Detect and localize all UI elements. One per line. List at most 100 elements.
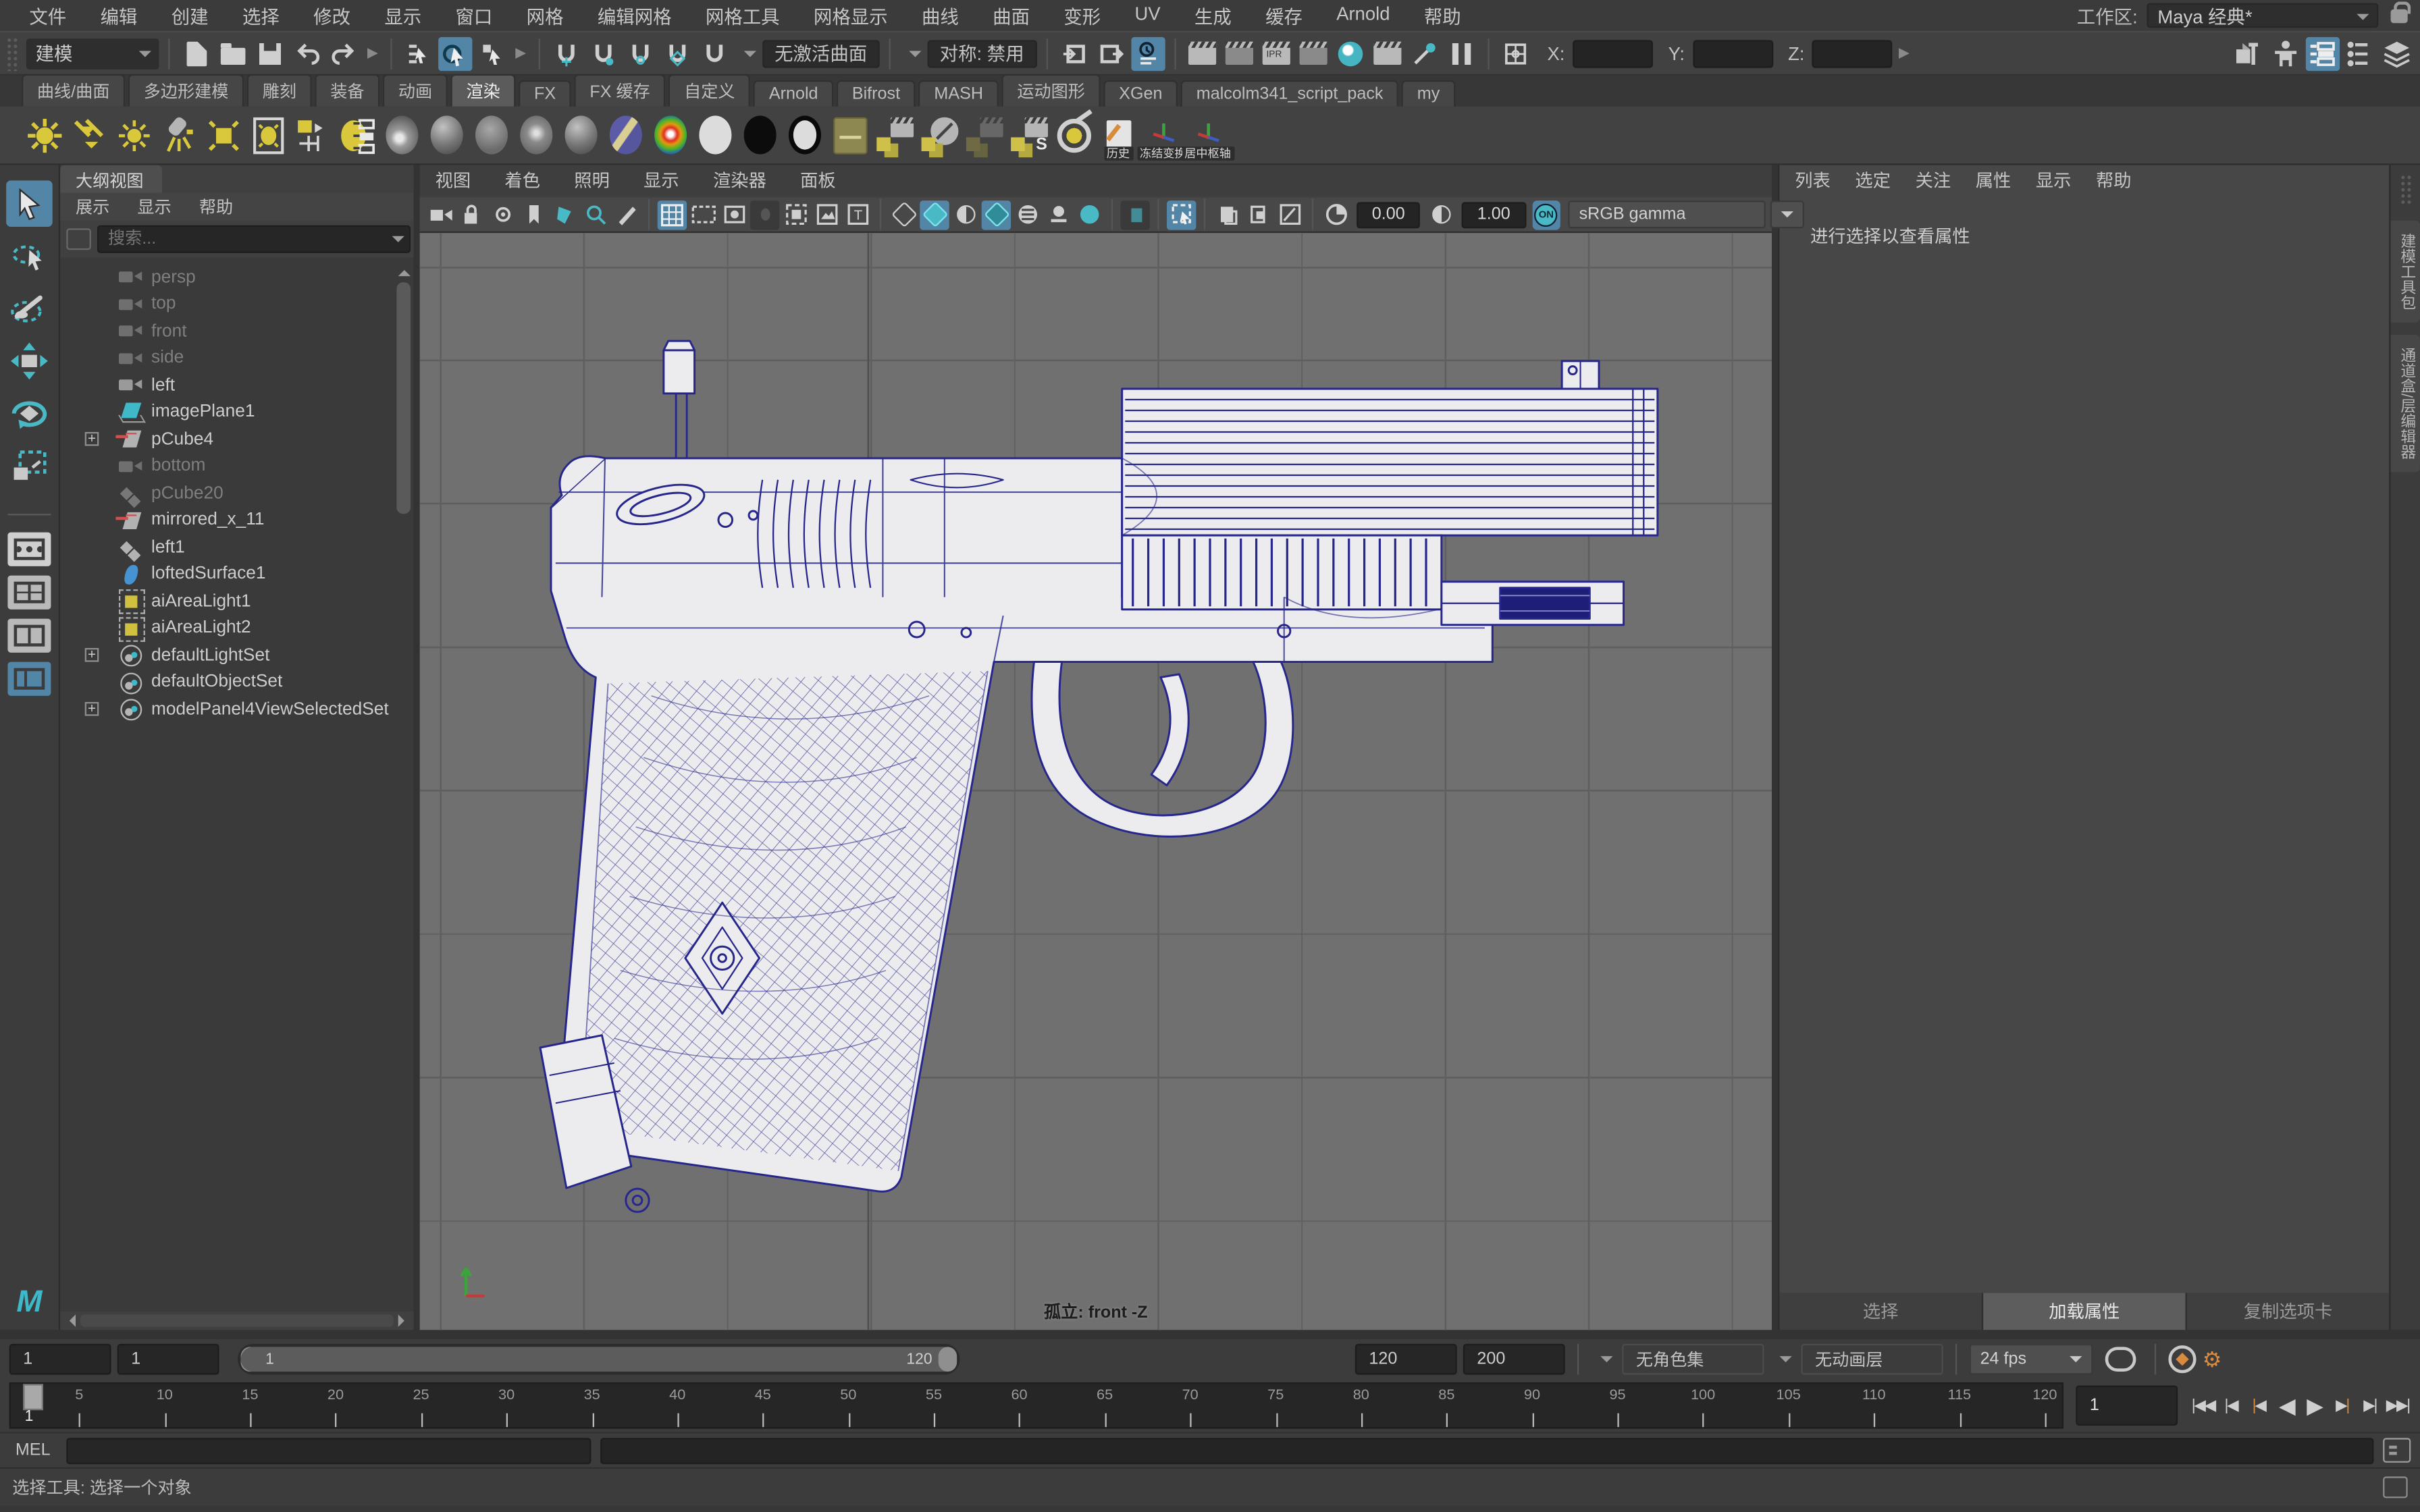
pause-viewport-button[interactable] — [1444, 36, 1477, 70]
create-render-layer-icon[interactable] — [874, 112, 916, 159]
shelf-tab-12[interactable]: 运动图形 — [1001, 74, 1100, 107]
select-camera-icon[interactable] — [426, 200, 455, 229]
ipr-render-button[interactable]: IPR — [1259, 36, 1292, 70]
modeling-toolkit-sidebar-button[interactable] — [2232, 36, 2265, 70]
shadow-matte-icon[interactable] — [784, 112, 826, 159]
current-frame-field[interactable]: 1 — [2076, 1386, 2178, 1426]
use-all-lights-icon[interactable] — [1012, 200, 1041, 229]
shelf-tab-6[interactable]: FX — [519, 80, 571, 107]
layout-outliner-persp-button[interactable] — [7, 662, 51, 696]
viewport-menu-2[interactable]: 照明 — [574, 168, 610, 193]
script-editor-icon[interactable] — [2383, 1438, 2411, 1463]
mel-input[interactable] — [65, 1437, 590, 1463]
outliner-menu-0[interactable]: 展示 — [76, 194, 109, 219]
symmetry-field[interactable]: 对称: 禁用 — [927, 39, 1036, 67]
select-component-button[interactable] — [475, 36, 509, 70]
post-process-icon[interactable] — [828, 112, 870, 159]
directional-light-icon[interactable] — [68, 112, 110, 159]
viewport-menu-4[interactable]: 渲染器 — [713, 168, 766, 193]
toon-shader-button[interactable] — [1333, 36, 1367, 70]
channel-box-vertical-tab[interactable]: 通道盒/层编辑器 — [2391, 335, 2420, 472]
layout-two-pane-button[interactable] — [7, 619, 51, 653]
menu-item-16[interactable]: 缓存 — [1248, 2, 1319, 28]
shelf-tab-3[interactable]: 装备 — [315, 74, 379, 107]
shaded-display-icon[interactable] — [920, 200, 949, 229]
workspace-lock-icon[interactable] — [2391, 9, 2408, 23]
time-slider[interactable]: 1 51015202530354045505560657075808590951… — [9, 1382, 2063, 1429]
delete-history-button[interactable]: 历史 — [1097, 112, 1139, 159]
outliner-menu-2[interactable]: 帮助 — [199, 194, 233, 219]
playback-start-field[interactable]: 1 — [117, 1344, 219, 1375]
menu-item-12[interactable]: 曲面 — [976, 2, 1047, 28]
outliner-item-mirrored_x_11[interactable]: mirrored_x_11 — [60, 507, 413, 534]
step-forward-frame-button[interactable]: ▶| — [2357, 1388, 2383, 1422]
redo-button[interactable] — [327, 36, 361, 70]
lasso-tool[interactable] — [6, 233, 53, 279]
humanik-sidebar-button[interactable] — [2269, 36, 2303, 70]
menu-item-6[interactable]: 窗口 — [438, 2, 509, 28]
ambient-light-icon[interactable] — [23, 112, 65, 159]
input-connections-button[interactable] — [1057, 36, 1090, 70]
mel-label[interactable]: MEL — [9, 1441, 57, 1459]
phong-material-icon[interactable] — [515, 112, 557, 159]
menu-item-9[interactable]: 网格工具 — [689, 2, 797, 28]
ae-menu-2[interactable]: 关注 — [1916, 168, 1951, 193]
light-attributes-icon[interactable] — [336, 112, 378, 159]
y-input[interactable] — [1692, 39, 1772, 67]
move-tool[interactable] — [6, 338, 53, 385]
new-scene-button[interactable] — [179, 36, 213, 70]
grid-coordinates-icon[interactable] — [1498, 36, 1531, 70]
animation-start-field[interactable]: 1 — [9, 1344, 111, 1375]
fps-select[interactable]: 24 fps — [1970, 1344, 2093, 1375]
snapshot-icon[interactable] — [1275, 200, 1304, 229]
undo-button[interactable] — [290, 36, 324, 70]
range-end-handle[interactable] — [939, 1347, 957, 1372]
snap-grid-button[interactable] — [549, 36, 583, 70]
isolate-select-icon[interactable] — [1167, 200, 1196, 229]
snap-point-button[interactable] — [623, 36, 657, 70]
scale-tool[interactable] — [6, 443, 53, 489]
render-layer-block-icon[interactable] — [918, 112, 960, 159]
exposure-field[interactable]: 0.00 — [1357, 201, 1420, 227]
play-forwards-button[interactable]: ▶ — [2301, 1388, 2327, 1422]
dock-grip[interactable] — [2399, 174, 2411, 205]
shelf-tab-14[interactable]: malcolm341_script_pack — [1181, 80, 1398, 107]
2d-pan-zoom-icon[interactable] — [580, 200, 609, 229]
workspace-select[interactable]: Maya 经典* — [2147, 3, 2378, 28]
safe-title-icon[interactable]: T — [843, 200, 872, 229]
ae-menu-3[interactable]: 属性 — [1976, 168, 2011, 193]
menu-item-11[interactable]: 曲线 — [905, 2, 976, 28]
layout-four-pane-button[interactable] — [7, 576, 51, 610]
step-forward-key-button[interactable]: ▶| — [2329, 1388, 2355, 1422]
contrast-icon[interactable] — [1427, 200, 1456, 229]
menu-item-10[interactable]: 网格显示 — [797, 2, 905, 28]
color-management-toggle[interactable]: ON — [1532, 200, 1561, 229]
center-pivot-button[interactable]: 居中枢轴 — [1187, 112, 1229, 159]
shelf-tab-5[interactable]: 渲染 — [451, 74, 516, 107]
gate-mask-icon[interactable] — [750, 200, 779, 229]
anisotropic-material-icon[interactable] — [605, 112, 647, 159]
shelf-tab-0[interactable]: 曲线/曲面 — [22, 74, 125, 107]
menu-item-13[interactable]: 变形 — [1047, 2, 1117, 28]
shadows-icon[interactable] — [1043, 200, 1072, 229]
ae-select-button[interactable]: 选择 — [1779, 1293, 1981, 1330]
render-sequence-button[interactable] — [1370, 36, 1404, 70]
menu-item-4[interactable]: 修改 — [296, 2, 367, 28]
output-connections-button[interactable] — [1093, 36, 1127, 70]
freeze-transform-button[interactable]: 冻结变换 — [1142, 112, 1184, 159]
layout-single-pane-button[interactable] — [7, 533, 51, 566]
ae-load-attributes-button[interactable]: 加载属性 — [1983, 1293, 2185, 1330]
expand-icon[interactable]: + — [85, 703, 99, 717]
tool-settings-sidebar-button[interactable] — [2343, 36, 2377, 70]
menu-item-0[interactable]: 文件 — [12, 2, 83, 28]
expand-icon[interactable]: + — [85, 649, 99, 663]
swap-buffer-b-icon[interactable] — [1244, 200, 1273, 229]
grease-pencil-icon[interactable] — [611, 200, 640, 229]
phonge-material-icon[interactable] — [560, 112, 602, 159]
search-options-chevron-icon[interactable] — [392, 236, 404, 248]
menu-item-7[interactable]: 网格 — [510, 2, 581, 28]
menu-set-selector[interactable]: 建模 — [26, 38, 159, 69]
menu-item-18[interactable]: 帮助 — [1407, 2, 1478, 28]
outliner-item-loftedSurface1[interactable]: loftedSurface1 — [60, 561, 413, 588]
menu-item-8[interactable]: 编辑网格 — [581, 2, 689, 28]
